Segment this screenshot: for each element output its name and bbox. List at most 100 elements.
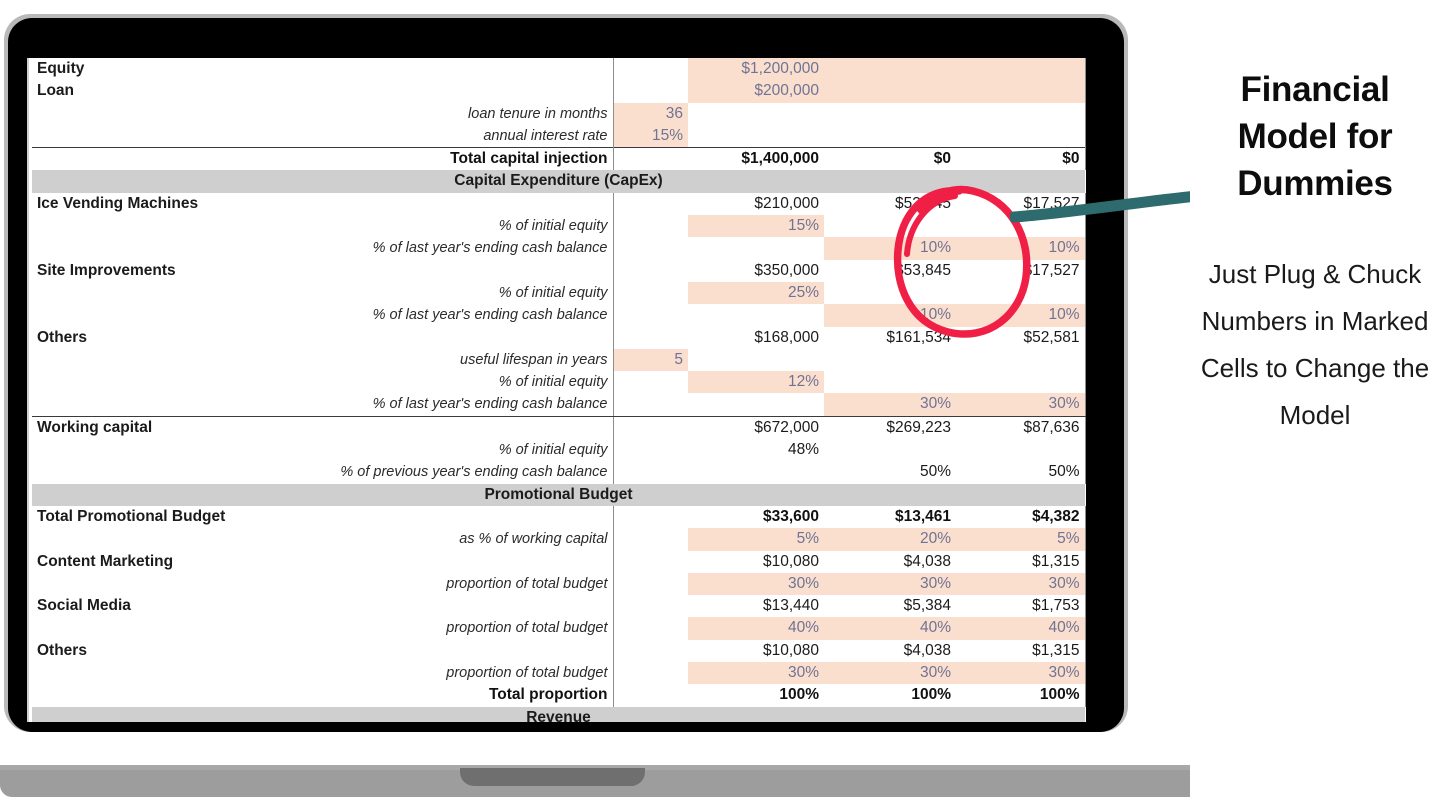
- table-row: proportion of total budget 30% 30% 30%: [32, 572, 1086, 596]
- table-row: Others $168,000 $161,534 $52,581: [32, 326, 1086, 349]
- row-label: % of previous year's ending cash balance: [32, 461, 614, 484]
- cell-b[interactable]: 10%: [824, 237, 956, 260]
- cell-b: [824, 439, 956, 461]
- cell-b: [824, 282, 956, 304]
- table-row: Total Promotional Budget $33,600 $13,461 $4…: [32, 505, 1086, 529]
- cell-a: [688, 125, 824, 148]
- cell-narrow: [613, 439, 688, 461]
- cell-a[interactable]: 30%: [688, 572, 824, 596]
- table-row: proportion of total budget 40% 40% 40%: [32, 617, 1086, 640]
- cell-a[interactable]: 15%: [688, 215, 824, 238]
- cell-c[interactable]: 30%: [956, 572, 1086, 596]
- cell-c[interactable]: 40%: [956, 617, 1086, 640]
- cell-b: $53,845: [894, 194, 951, 212]
- table-row: Content Marketing $10,080 $4,038 $1,315: [32, 550, 1086, 573]
- cell-b[interactable]: [824, 58, 956, 81]
- cell-c[interactable]: 10%: [956, 237, 1086, 260]
- cell-a[interactable]: 40%: [688, 617, 824, 640]
- cell-c[interactable]: 30%: [956, 393, 1086, 417]
- cell-b: [824, 349, 956, 371]
- table-row: proportion of total budget 30% 30% 30%: [32, 662, 1086, 685]
- laptop-notch: [460, 768, 645, 786]
- cell-c: [956, 102, 1086, 125]
- spreadsheet-grid: Equity $1,200,000 Loan $200,000 loan tenure …: [32, 58, 1086, 722]
- cell-b: 100%: [911, 686, 951, 704]
- cell-c: $1,315: [956, 550, 1086, 573]
- cell-b[interactable]: [824, 80, 956, 103]
- cell-a[interactable]: 25%: [688, 281, 824, 305]
- row-label: proportion of total budget: [32, 617, 614, 640]
- cell-a: [688, 304, 824, 326]
- table-row: annual interest rate 15%: [32, 124, 1086, 148]
- cell-a[interactable]: $200,000: [688, 80, 824, 103]
- table-row: Social Media $13,440 $5,384 $1,753: [32, 595, 1086, 618]
- cell-b[interactable]: 20%: [824, 528, 956, 551]
- promo-headline: Financial Model for Dummies: [1237, 70, 1393, 203]
- cell-narrow: [613, 193, 688, 215]
- cell-b: $161,534: [886, 328, 951, 346]
- cell-a: [688, 237, 824, 259]
- cell-c: $87,636: [956, 416, 1086, 440]
- cell-narrow: [613, 304, 688, 326]
- cell-a: [688, 393, 824, 417]
- cell-narrow[interactable]: 5: [613, 348, 688, 372]
- cell-c: $0: [956, 147, 1086, 171]
- table-row: Others $10,080 $4,038 $1,315: [32, 639, 1086, 663]
- cell-a: $168,000: [754, 328, 819, 346]
- cell-c[interactable]: 30%: [956, 662, 1086, 685]
- cell-c: 50%: [956, 461, 1086, 484]
- cell-b[interactable]: 30%: [824, 393, 956, 417]
- cell-narrow[interactable]: 15%: [613, 124, 688, 148]
- cell-c[interactable]: [956, 58, 1086, 81]
- cell-b: $13,461: [894, 507, 951, 525]
- cell-a[interactable]: 12%: [688, 371, 824, 394]
- cell-a: $33,600: [762, 507, 819, 525]
- section-header-label: Promotional Budget: [32, 483, 1085, 506]
- row-label: Total Promotional Budget: [32, 505, 614, 529]
- row-label: Site Improvements: [32, 259, 614, 282]
- row-label: % of last year's ending cash balance: [32, 393, 614, 417]
- cell-c: [956, 281, 1086, 305]
- row-label: Working capital: [32, 416, 614, 440]
- cell-b[interactable]: 10%: [824, 304, 956, 327]
- cell-c: [956, 215, 1086, 238]
- cell-narrow: [613, 573, 688, 595]
- cell-narrow: [613, 528, 688, 550]
- table-row: Ice Vending Machines $210,000 $53,845 $17,5…: [32, 192, 1086, 216]
- cell-b[interactable]: 40%: [824, 617, 956, 640]
- cell-c[interactable]: 5%: [956, 528, 1086, 551]
- cell-c: $17,527: [956, 192, 1086, 216]
- cell-narrow: [613, 461, 688, 483]
- cell-b: $269,223: [886, 418, 951, 436]
- cell-narrow: [613, 260, 688, 282]
- cell-a: $10,080: [762, 552, 819, 570]
- table-row: loan tenure in months 36: [32, 102, 1086, 125]
- table-row: % of initial equity 48%: [32, 439, 1086, 462]
- cell-narrow: [613, 58, 688, 80]
- cell-c: [956, 371, 1086, 394]
- cell-b[interactable]: 30%: [824, 662, 956, 685]
- cell-a[interactable]: 5%: [688, 528, 824, 551]
- row-label: loan tenure in months: [32, 102, 614, 125]
- promo-panel: Financial Model for Dummies Just Plug & …: [1190, 0, 1440, 810]
- cell-a[interactable]: $1,200,000: [688, 58, 824, 81]
- spreadsheet[interactable]: Equity $1,200,000 Loan $200,000 loan tenure …: [27, 58, 1086, 722]
- cell-a: [688, 461, 824, 483]
- cell-b[interactable]: 30%: [824, 572, 956, 596]
- row-label: proportion of total budget: [32, 572, 614, 596]
- cell-c: [956, 124, 1086, 148]
- cell-a: $350,000: [754, 261, 819, 279]
- cell-a: $210,000: [754, 194, 819, 212]
- table-row: % of initial equity 15%: [32, 215, 1086, 238]
- table-row: % of previous year's ending cash balance…: [32, 461, 1086, 484]
- cell-a[interactable]: 30%: [688, 662, 824, 685]
- row-label: annual interest rate: [32, 124, 614, 148]
- cell-c[interactable]: [956, 80, 1086, 103]
- cell-narrow: [613, 327, 688, 349]
- section-header-label: Capital Expenditure (CapEx): [32, 170, 1085, 193]
- cell-narrow[interactable]: 36: [613, 102, 688, 125]
- cell-c[interactable]: 10%: [956, 304, 1086, 327]
- table-row: Site Improvements $350,000 $53,845 $17,527: [32, 259, 1086, 282]
- cell-b: $5,384: [903, 597, 951, 615]
- cell-a: 100%: [779, 686, 819, 704]
